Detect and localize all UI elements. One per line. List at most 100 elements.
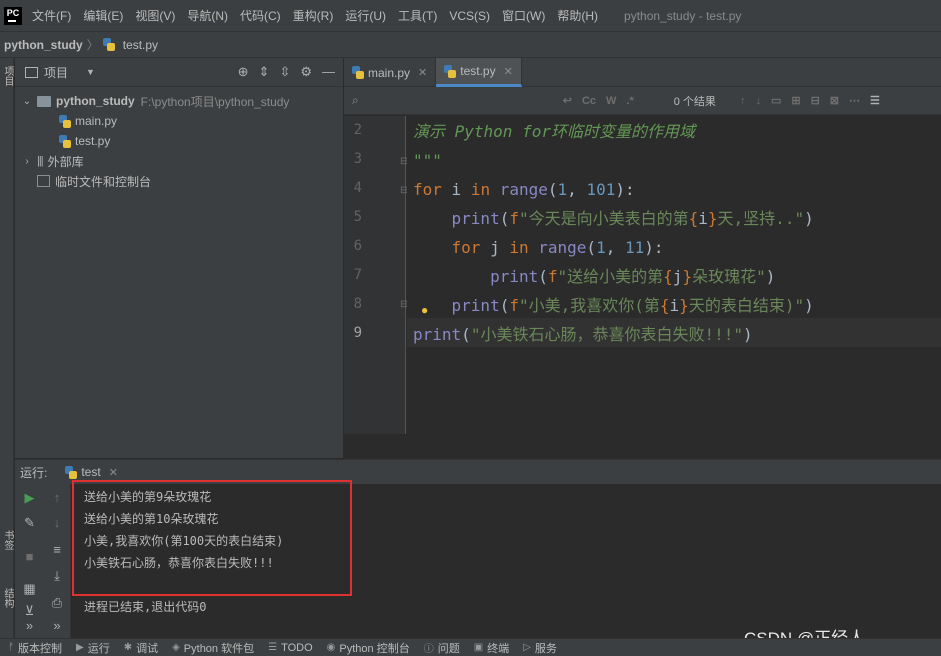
- run-toolbar: ▶ ✎ ■ ▦ ⊻ »: [15, 484, 44, 638]
- status-label: 运行: [87, 642, 110, 655]
- breadcrumb-file[interactable]: test.py: [123, 38, 158, 52]
- more-icon[interactable]: »: [15, 618, 44, 633]
- folder-icon: [37, 95, 51, 107]
- editor-empty-area: [344, 434, 941, 458]
- line-number: 6: [353, 238, 362, 254]
- tree-file-test[interactable]: test.py: [15, 131, 343, 151]
- python-file-icon: [444, 64, 457, 78]
- expand-all-icon[interactable]: ⇕: [259, 64, 270, 80]
- search-input[interactable]: [362, 93, 543, 108]
- tab-main-py[interactable]: main.py ✕: [344, 58, 437, 87]
- left-tool-strip: 项目 书签 结构: [0, 58, 14, 638]
- code-editor[interactable]: 演示 Python for环临时变量的作用域 """ for i in rang…: [407, 116, 941, 434]
- run-panel-label: 运行:: [20, 465, 48, 480]
- status-terminal[interactable]: ▣ 终端: [474, 640, 509, 656]
- wrench-icon[interactable]: ✎: [15, 515, 44, 531]
- match-case-button[interactable]: Cc: [582, 95, 596, 107]
- add-occurrence-icon[interactable]: ⊞: [791, 94, 800, 107]
- status-bar: ᚠ 版本控制 ▶ 运行 ✱ 调试 ◈ Python 软件包 ☰ TODO ◉ Python …: [0, 638, 941, 656]
- arrow-down-icon[interactable]: ↓: [44, 515, 70, 530]
- tool-tab-project[interactable]: 项目: [1, 66, 13, 86]
- status-problems[interactable]: ⓘ 问题: [424, 640, 460, 656]
- status-packages[interactable]: ◈ Python 软件包: [172, 640, 254, 656]
- editor-tabs: main.py ✕ test.py ✕: [344, 58, 941, 87]
- window-title: python_study - test.py: [624, 8, 742, 23]
- python-file-icon: [59, 134, 71, 148]
- chevron-right-icon: 〉: [86, 38, 99, 52]
- menu-edit[interactable]: 编辑(E): [83, 7, 123, 24]
- print-icon[interactable]: ⎙: [44, 595, 70, 611]
- menu-refactor[interactable]: 重构(R): [293, 7, 334, 24]
- filter-icon[interactable]: ⊠: [830, 94, 839, 107]
- status-run[interactable]: ▶ 运行: [76, 640, 110, 656]
- status-todo[interactable]: ☰ TODO: [268, 642, 313, 654]
- whole-words-button[interactable]: W: [606, 95, 616, 107]
- tool-tab-structure[interactable]: 结构: [1, 588, 13, 608]
- gear-icon[interactable]: ⚙: [300, 64, 312, 80]
- menu-run[interactable]: 运行(U): [345, 7, 386, 24]
- layout-icon[interactable]: ▦: [15, 581, 44, 597]
- terminal-icon: ▣: [473, 642, 484, 653]
- status-debug[interactable]: ✱ 调试: [124, 640, 158, 656]
- locate-icon[interactable]: ⊕: [238, 64, 249, 80]
- hide-icon[interactable]: —: [322, 64, 335, 80]
- status-label: 调试: [136, 642, 159, 655]
- line-number: 4: [353, 180, 362, 196]
- menu-window[interactable]: 窗口(W): [502, 7, 545, 24]
- pin-icon[interactable]: ⊻: [15, 603, 44, 619]
- tab-label: main.py: [368, 65, 411, 80]
- collapse-all-icon[interactable]: ⇳: [279, 64, 290, 80]
- chevron-down-icon[interactable]: ⌄: [21, 96, 33, 107]
- arrow-down-icon[interactable]: ↓: [755, 95, 761, 107]
- regex-button[interactable]: .*: [626, 95, 633, 107]
- line-number: 5: [353, 209, 362, 225]
- tree-root[interactable]: ⌄ python_study F:\python项目\python_study: [15, 91, 343, 111]
- stop-icon[interactable]: ■: [15, 549, 44, 564]
- status-python-console[interactable]: ◉ Python 控制台: [327, 640, 410, 656]
- code-line: print(f"小美,我喜欢你(第{i}天的表白结束)"): [451, 296, 814, 315]
- project-panel-header: 项目 ▼ ⊕ ⇕ ⇳ ⚙ —: [15, 58, 343, 87]
- more-icon[interactable]: ⋯: [849, 94, 860, 107]
- replace-icon[interactable]: ↩: [563, 94, 572, 107]
- select-all-icon[interactable]: ▭: [771, 94, 781, 107]
- more-icon[interactable]: »: [44, 618, 70, 633]
- breadcrumb: python_study 〉 test.py: [0, 31, 941, 58]
- project-panel-title[interactable]: 项目: [44, 64, 68, 81]
- lightbulb-icon[interactable]: ●: [421, 303, 428, 317]
- arrow-up-icon[interactable]: ↑: [740, 95, 746, 107]
- close-icon[interactable]: ✕: [504, 65, 513, 78]
- menu-help[interactable]: 帮助(H): [557, 7, 598, 24]
- menu-tools[interactable]: 工具(T): [398, 7, 437, 24]
- tree-external-libs[interactable]: › ||| 外部库: [15, 151, 343, 171]
- breadcrumb-project[interactable]: python_study: [4, 38, 83, 52]
- tool-tab-bookmarks[interactable]: 书签: [1, 530, 13, 550]
- scroll-to-end-icon[interactable]: ⤓: [44, 568, 70, 584]
- tree-file-main[interactable]: main.py: [15, 111, 343, 131]
- options-icon[interactable]: ☰: [870, 94, 880, 107]
- menu-file[interactable]: 文件(F): [32, 7, 71, 24]
- bug-icon: ✱: [123, 642, 133, 653]
- run-icon[interactable]: ▶: [15, 490, 44, 506]
- status-vcs[interactable]: ᚠ 版本控制: [8, 640, 62, 656]
- menu-navigate[interactable]: 导航(N): [187, 7, 228, 24]
- tree-scratches[interactable]: 临时文件和控制台: [15, 171, 343, 191]
- close-icon[interactable]: ✕: [109, 466, 118, 479]
- services-icon: ▷: [523, 642, 531, 653]
- search-icon[interactable]: ⌕: [352, 93, 359, 108]
- arrow-up-icon[interactable]: ↑: [44, 490, 70, 505]
- close-icon[interactable]: ✕: [418, 66, 427, 79]
- status-label: 版本控制: [18, 642, 62, 655]
- chevron-down-icon[interactable]: ▼: [86, 67, 95, 77]
- status-services[interactable]: ▷ 服务: [523, 640, 557, 656]
- menu-vcs[interactable]: VCS(S): [449, 9, 490, 23]
- annotation-highlight-box: [72, 480, 352, 596]
- tab-test-py[interactable]: test.py ✕: [436, 58, 522, 87]
- menu-code[interactable]: 代码(C): [240, 7, 281, 24]
- console-toolbar: ↑ ↓ ≡ ⤓ ⎙ »: [44, 484, 71, 638]
- status-label: Python 软件包: [183, 642, 255, 655]
- remove-occurrence-icon[interactable]: ⊟: [811, 94, 820, 107]
- chevron-right-icon[interactable]: ›: [21, 156, 33, 167]
- run-tab-test[interactable]: test: [81, 465, 100, 479]
- menu-view[interactable]: 视图(V): [135, 7, 175, 24]
- soft-wrap-icon[interactable]: ≡: [44, 542, 70, 557]
